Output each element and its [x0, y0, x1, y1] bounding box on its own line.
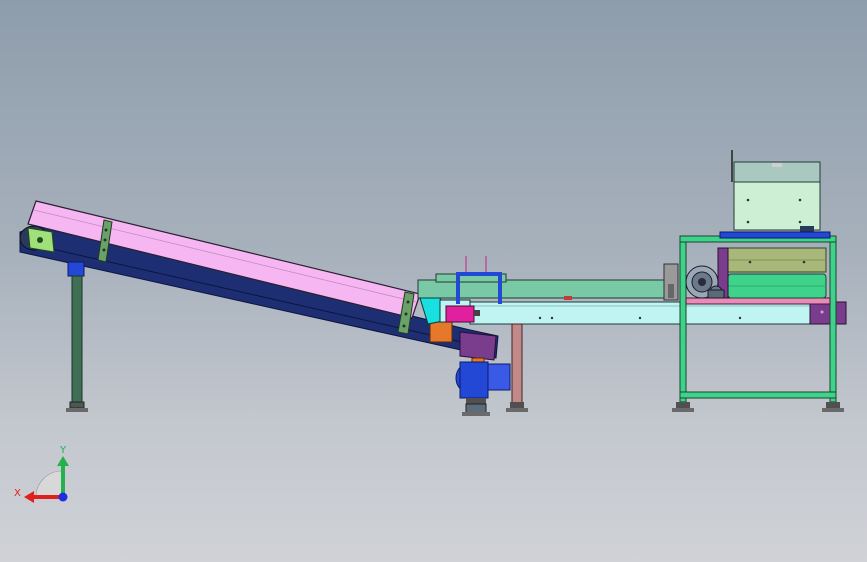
- x-axis-label: X: [14, 488, 21, 499]
- motor-blue-end: [487, 363, 511, 391]
- machine-hood: [733, 181, 821, 231]
- conveyor-assembly-drawing: Y X: [14, 150, 847, 503]
- feeder-end-cap: [809, 301, 847, 325]
- processing-machine[interactable]: [672, 150, 844, 412]
- drive-gear-housing: [459, 331, 497, 361]
- drive-orange-block: [429, 321, 453, 343]
- magenta-inlet-block: [445, 305, 475, 323]
- machine-crossbar: [719, 231, 831, 239]
- support-leg-left: [66, 275, 88, 412]
- cad-viewport[interactable]: Y X: [0, 0, 867, 562]
- feeder-bed: [469, 301, 813, 325]
- coordinate-triad: Y X: [14, 445, 69, 503]
- y-axis-label: Y: [59, 445, 67, 456]
- pulley-bearing-block: [67, 261, 85, 277]
